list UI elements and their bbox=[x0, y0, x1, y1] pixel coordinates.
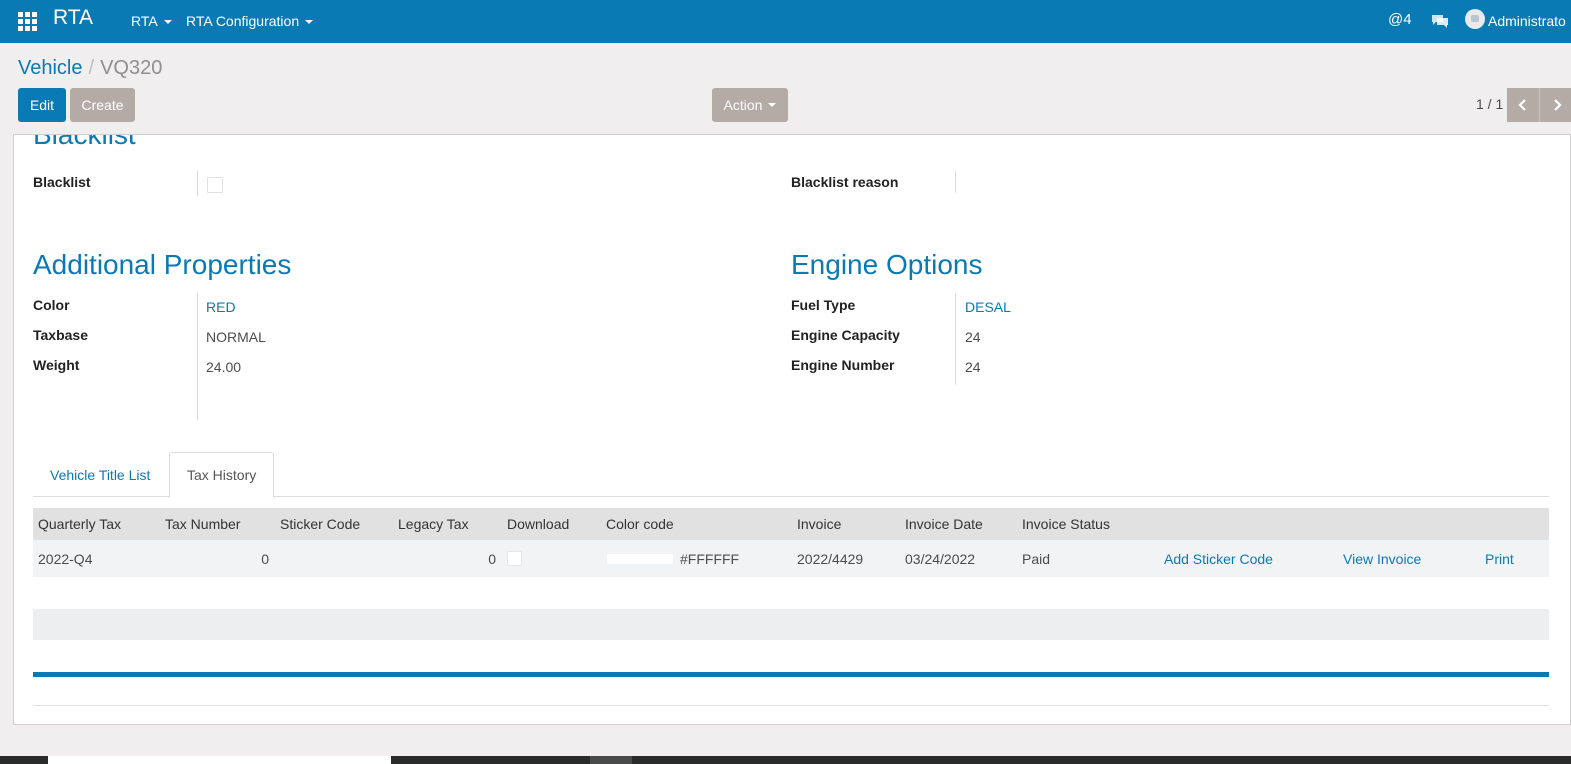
cell-quarterly-tax: 2022-Q4 bbox=[38, 550, 93, 567]
blacklist-checkbox[interactable] bbox=[207, 177, 223, 193]
tab-tax-history[interactable]: Tax History bbox=[169, 452, 275, 498]
chatter-divider-bar bbox=[33, 672, 1549, 677]
chevron-right-icon bbox=[1553, 99, 1562, 111]
menu-rta-configuration-label: RTA Configuration bbox=[186, 13, 300, 29]
pager-value[interactable]: 1 / 1 bbox=[1476, 96, 1503, 112]
user-avatar[interactable] bbox=[1465, 9, 1485, 29]
os-taskbar bbox=[0, 756, 1571, 764]
engine-capacity-value: 24 bbox=[965, 329, 981, 345]
column-invoice[interactable]: Invoice bbox=[797, 508, 841, 540]
form-sheet: Blacklist Blacklist Blacklist reason Add… bbox=[13, 134, 1571, 725]
taxbase-label: Taxbase bbox=[33, 327, 88, 343]
color-value[interactable]: RED bbox=[206, 299, 236, 315]
field-divider bbox=[955, 171, 956, 193]
cell-download bbox=[507, 540, 522, 577]
cell-color-code: #FFFFFF bbox=[606, 540, 739, 577]
blacklist-reason-label: Blacklist reason bbox=[791, 174, 899, 190]
action-button-label: Action bbox=[723, 97, 763, 113]
color-swatch bbox=[606, 552, 674, 565]
table-row[interactable]: 2022-Q4 0 0 #FFFFFF 2022/4429 03/24/2022… bbox=[33, 540, 1549, 577]
user-name[interactable]: Administrato bbox=[1488, 13, 1566, 29]
field-divider bbox=[955, 293, 956, 385]
fuel-type-value[interactable]: DESAL bbox=[965, 299, 1011, 315]
pager-previous-button[interactable] bbox=[1507, 88, 1540, 122]
pager-next-button[interactable] bbox=[1540, 88, 1571, 122]
blacklist-section-title: Blacklist bbox=[33, 134, 136, 150]
column-sticker-code[interactable]: Sticker Code bbox=[280, 508, 360, 540]
table-empty-row bbox=[33, 609, 1549, 640]
engine-capacity-label: Engine Capacity bbox=[791, 327, 900, 343]
tab-vehicle-title-list[interactable]: Vehicle Title List bbox=[33, 452, 167, 497]
caret-down-icon bbox=[163, 20, 172, 25]
print-button[interactable]: Print bbox=[1485, 540, 1514, 577]
breadcrumb-vehicle[interactable]: Vehicle bbox=[18, 57, 83, 79]
apps-grid-icon[interactable] bbox=[18, 12, 37, 31]
chat-icon[interactable] bbox=[1431, 13, 1449, 32]
add-sticker-code-button[interactable]: Add Sticker Code bbox=[1164, 540, 1273, 577]
app-brand: RTA bbox=[53, 6, 94, 29]
table-header: Quarterly Tax Tax Number Sticker Code Le… bbox=[33, 508, 1549, 540]
blacklist-label: Blacklist bbox=[33, 174, 91, 190]
menu-rta[interactable]: RTA bbox=[131, 13, 172, 29]
taskbar-search-box[interactable] bbox=[48, 756, 391, 764]
action-button[interactable]: Action bbox=[712, 88, 788, 122]
caret-down-icon bbox=[305, 20, 314, 25]
engine-options-title: Engine Options bbox=[791, 249, 983, 280]
column-download[interactable]: Download bbox=[507, 508, 569, 540]
column-tax-number[interactable]: Tax Number bbox=[165, 508, 240, 540]
breadcrumb: Vehicle / VQ320 bbox=[18, 57, 162, 80]
cell-invoice-date: 03/24/2022 bbox=[905, 550, 976, 567]
chevron-left-icon bbox=[1518, 99, 1526, 111]
taskbar-app-button[interactable] bbox=[590, 756, 632, 764]
column-invoice-date[interactable]: Invoice Date bbox=[905, 508, 983, 540]
color-label: Color bbox=[33, 297, 70, 313]
menu-rta-configuration[interactable]: RTA Configuration bbox=[186, 13, 314, 29]
field-divider bbox=[197, 171, 198, 196]
notebook-tabs: Vehicle Title List Tax History bbox=[33, 452, 1549, 498]
menu-rta-label: RTA bbox=[131, 13, 158, 29]
column-legacy-tax[interactable]: Legacy Tax bbox=[398, 508, 469, 540]
top-navbar: RTA RTA RTA Configuration @4 Administrat… bbox=[0, 0, 1571, 43]
cell-tax-number: 0 bbox=[261, 550, 269, 567]
engine-number-label: Engine Number bbox=[791, 357, 895, 373]
cell-invoice-status: Paid bbox=[1022, 550, 1051, 567]
edit-button[interactable]: Edit bbox=[18, 88, 66, 122]
engine-number-value: 24 bbox=[965, 359, 981, 375]
breadcrumb-separator: / bbox=[88, 57, 95, 79]
cell-legacy-tax: 0 bbox=[488, 550, 496, 567]
column-color-code[interactable]: Color code bbox=[606, 508, 674, 540]
column-quarterly-tax[interactable]: Quarterly Tax bbox=[38, 508, 121, 540]
weight-value: 24.00 bbox=[206, 359, 242, 375]
mentions-indicator[interactable]: @4 bbox=[1388, 11, 1412, 28]
download-checkbox[interactable] bbox=[507, 551, 522, 566]
cell-invoice: 2022/4429 bbox=[797, 550, 864, 567]
taxbase-value: NORMAL bbox=[206, 329, 266, 345]
control-panel: Vehicle / VQ320 Edit Create Action 1 / 1 bbox=[0, 43, 1571, 134]
create-button[interactable]: Create bbox=[70, 88, 135, 122]
fuel-type-label: Fuel Type bbox=[791, 297, 856, 313]
weight-label: Weight bbox=[33, 357, 80, 373]
view-invoice-button[interactable]: View Invoice bbox=[1343, 540, 1421, 577]
breadcrumb-current: VQ320 bbox=[100, 57, 163, 79]
color-code-text: #FFFFFF bbox=[680, 550, 740, 567]
caret-down-icon bbox=[768, 103, 777, 107]
additional-properties-title: Additional Properties bbox=[33, 249, 292, 280]
section-divider bbox=[33, 705, 1549, 706]
field-divider bbox=[197, 293, 198, 420]
column-invoice-status[interactable]: Invoice Status bbox=[1022, 508, 1110, 540]
